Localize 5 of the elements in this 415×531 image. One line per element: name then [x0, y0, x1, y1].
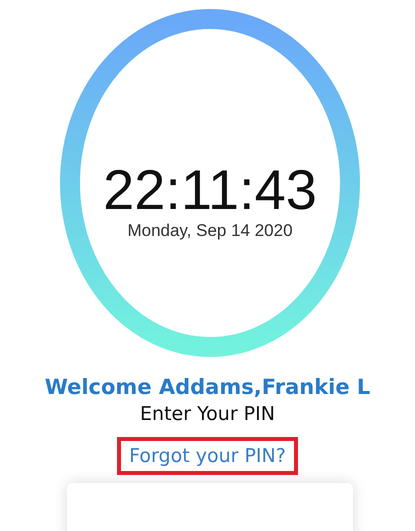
forgot-pin-link[interactable]: Forgot your PIN? — [117, 437, 298, 475]
clock-date: Monday, Sep 14 2020 — [127, 221, 293, 241]
clock-time: 22:11:43 — [103, 159, 317, 221]
pin-prompt: Enter Your PIN — [140, 403, 275, 425]
welcome-heading: Welcome Addams,Frankie L — [44, 375, 370, 399]
